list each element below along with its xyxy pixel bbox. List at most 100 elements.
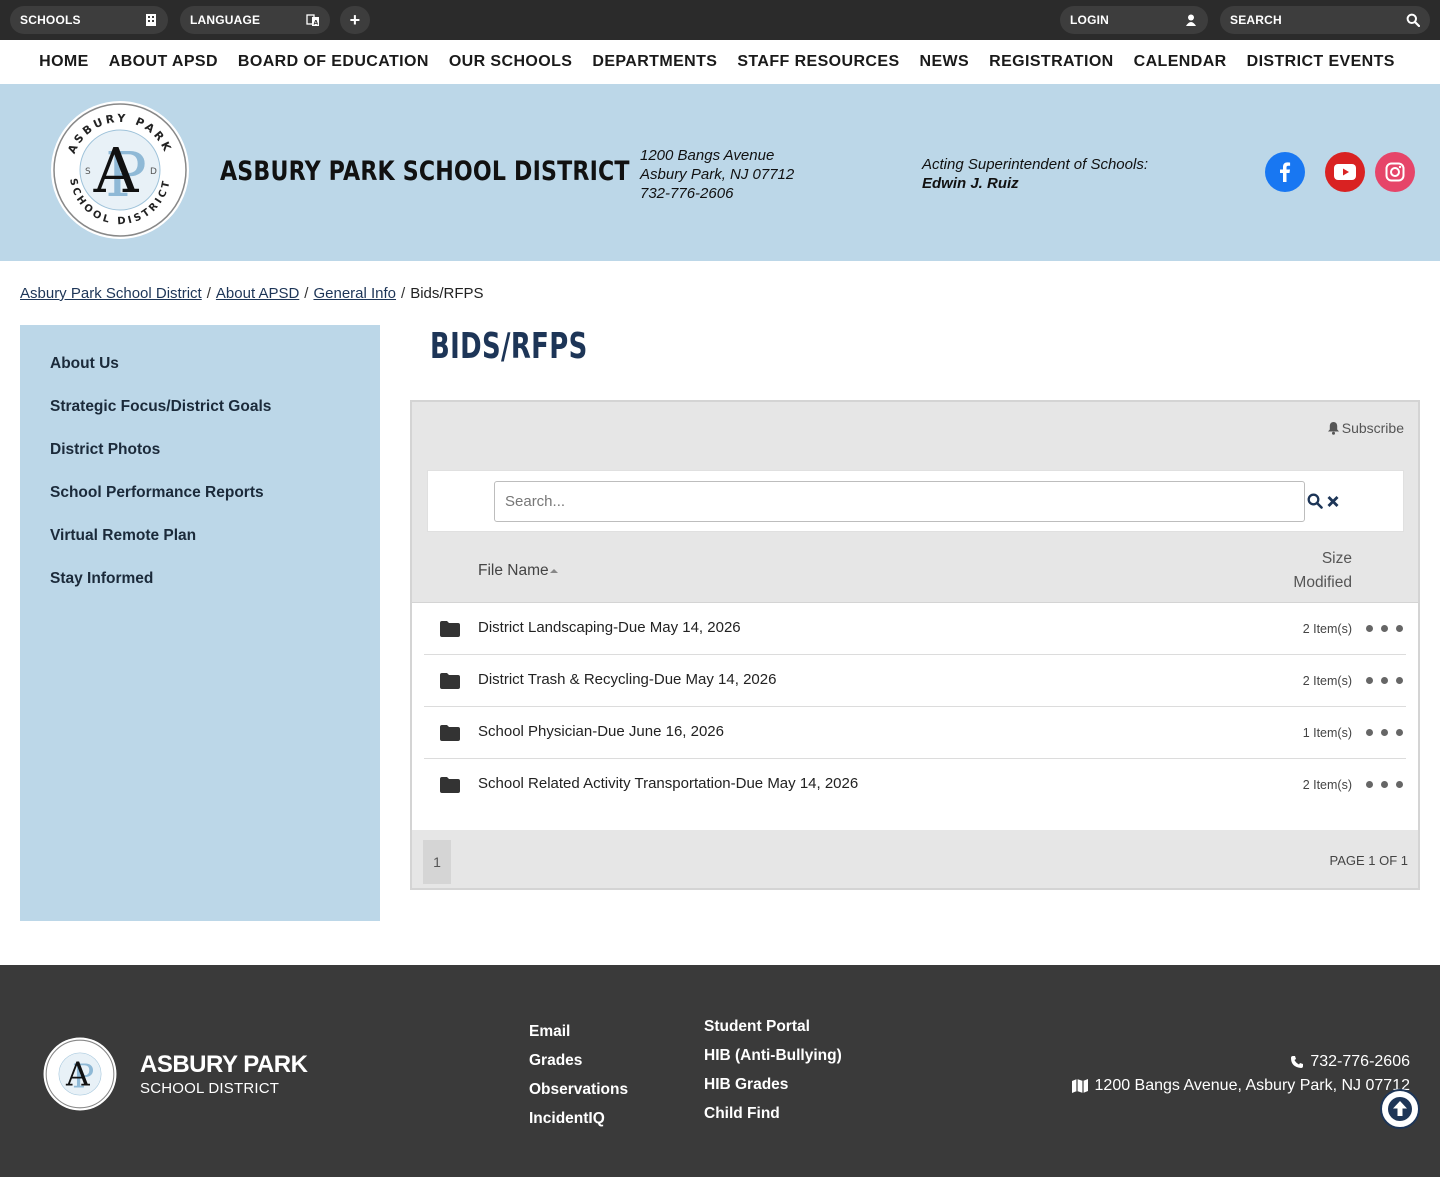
list-item[interactable]: District Trash & Recycling-Due May 14, 2…: [424, 655, 1406, 707]
sort-up-icon: [549, 569, 558, 573]
nav-board-of-education[interactable]: BOARD OF EDUCATION: [238, 53, 429, 71]
district-logo[interactable]: ASBURY PARK SCHOOL DISTRICT P A S D: [50, 100, 190, 240]
sidebar-item-virtual-remote-plan[interactable]: Virtual Remote Plan: [20, 524, 380, 567]
breadcrumb-separator: /: [304, 285, 309, 302]
footer-link-hib-grades[interactable]: HIB Grades: [704, 1074, 842, 1103]
close-icon[interactable]: [1326, 493, 1340, 509]
plus-icon: +: [349, 9, 361, 30]
column-size[interactable]: Size: [1322, 550, 1352, 568]
nav-about-apsd[interactable]: ABOUT APSD: [109, 53, 218, 71]
svg-text:A: A: [93, 134, 140, 207]
address-line-2: Asbury Park, NJ 07712: [640, 166, 795, 183]
footer-address-text: 1200 Bangs Avenue, Asbury Park, NJ 07712: [1094, 1077, 1410, 1094]
folder-icon: [440, 777, 460, 793]
column-file-name[interactable]: File Name: [478, 562, 559, 580]
file-list: District Landscaping-Due May 14, 2026 2 …: [412, 602, 1418, 830]
footer-link-hib[interactable]: HIB (Anti-Bullying): [704, 1045, 842, 1074]
youtube-link[interactable]: [1325, 152, 1365, 192]
list-item[interactable]: School Related Activity Transportation-D…: [424, 759, 1406, 811]
footer-phone[interactable]: 732-776-2606: [1290, 1053, 1410, 1071]
nav-district-events[interactable]: DISTRICT EVENTS: [1247, 53, 1395, 71]
footer-links-col-1: Email Grades Observations IncidentIQ: [529, 1021, 628, 1137]
footer-link-grades[interactable]: Grades: [529, 1050, 628, 1079]
nav-our-schools[interactable]: OUR SCHOOLS: [449, 53, 573, 71]
footer-address[interactable]: 1200 Bangs Avenue, Asbury Park, NJ 07712: [1071, 1077, 1410, 1095]
footer-link-child-find[interactable]: Child Find: [704, 1103, 842, 1132]
arrow-up-icon: [1388, 1097, 1412, 1121]
quick-links-button[interactable]: +: [340, 6, 370, 34]
instagram-link[interactable]: [1375, 152, 1415, 192]
login-button[interactable]: LOGIN: [1060, 6, 1208, 34]
language-label: LANGUAGE: [190, 13, 261, 27]
nav-staff-resources[interactable]: STAFF RESOURCES: [737, 53, 899, 71]
district-address: 1200 Bangs Avenue Asbury Park, NJ 07712 …: [640, 146, 794, 203]
column-file-name-label: File Name: [478, 562, 549, 579]
breadcrumb: Asbury Park School District / About APSD / G…: [20, 285, 484, 302]
nav-departments[interactable]: DEPARTMENTS: [592, 53, 717, 71]
language-dropdown[interactable]: LANGUAGE A: [180, 6, 330, 34]
district-header: ASBURY PARK SCHOOL DISTRICT P A S D ASBU…: [0, 84, 1440, 261]
more-options-icon[interactable]: [1364, 721, 1406, 743]
sidebar-item-strategic-focus[interactable]: Strategic Focus/District Goals: [20, 395, 380, 438]
search-icon[interactable]: [1307, 493, 1323, 509]
map-icon: [1071, 1079, 1088, 1093]
folder-item-count: 2 Item(s): [1302, 778, 1352, 792]
back-to-top-button[interactable]: [1380, 1089, 1420, 1129]
breadcrumb-home[interactable]: Asbury Park School District: [20, 285, 202, 302]
building-icon: [146, 14, 156, 26]
footer-phone-text: 732-776-2606: [1310, 1053, 1410, 1070]
facebook-link[interactable]: [1265, 152, 1305, 192]
footer-link-observations[interactable]: Observations: [529, 1079, 628, 1108]
subscribe-button[interactable]: Subscribe: [1327, 420, 1404, 436]
superintendent-title: Acting Superintendent of Schools:: [922, 156, 1148, 173]
address-line-1: 1200 Bangs Avenue: [640, 147, 775, 164]
sidebar-item-stay-informed[interactable]: Stay Informed: [20, 567, 380, 610]
footer-link-student-portal[interactable]: Student Portal: [704, 1016, 842, 1045]
section-sidebar: About Us Strategic Focus/District Goals …: [20, 325, 380, 921]
folder-icon: [440, 725, 460, 741]
schools-dropdown[interactable]: SCHOOLS: [10, 6, 168, 34]
district-name[interactable]: ASBURY PARK SCHOOL DISTRICT: [220, 156, 630, 187]
nav-calendar[interactable]: CALENDAR: [1134, 53, 1227, 71]
phone-icon: [1291, 1056, 1304, 1068]
search-icon[interactable]: [1406, 13, 1420, 27]
folder-name[interactable]: District Landscaping-Due May 14, 2026: [478, 619, 741, 636]
more-options-icon[interactable]: [1364, 773, 1406, 795]
sidebar-item-school-performance-reports[interactable]: School Performance Reports: [20, 481, 380, 524]
instagram-icon: [1385, 162, 1405, 182]
breadcrumb-general-info[interactable]: General Info: [313, 285, 396, 302]
folder-name[interactable]: District Trash & Recycling-Due May 14, 2…: [478, 671, 776, 688]
footer-link-incidentiq[interactable]: IncidentIQ: [529, 1108, 628, 1137]
page-title: BIDS/RFPS: [430, 326, 588, 367]
sidebar-item-district-photos[interactable]: District Photos: [20, 438, 380, 481]
nav-registration[interactable]: REGISTRATION: [989, 53, 1114, 71]
more-options-icon[interactable]: [1364, 669, 1406, 691]
breadcrumb-about-apsd[interactable]: About APSD: [216, 285, 299, 302]
breadcrumb-separator: /: [206, 285, 211, 302]
user-icon: [1186, 14, 1196, 26]
login-label: LOGIN: [1070, 13, 1109, 27]
list-item[interactable]: District Landscaping-Due May 14, 2026 2 …: [424, 603, 1406, 655]
nav-home[interactable]: HOME: [39, 53, 89, 71]
list-item[interactable]: School Physician-Due June 16, 2026 1 Ite…: [424, 707, 1406, 759]
search-label: SEARCH: [1230, 13, 1282, 27]
breadcrumb-separator: /: [401, 285, 406, 302]
file-search-input[interactable]: [494, 481, 1305, 522]
site-search[interactable]: SEARCH: [1220, 6, 1430, 34]
folder-item-count: 2 Item(s): [1302, 622, 1352, 636]
nav-news[interactable]: NEWS: [920, 53, 970, 71]
page-button[interactable]: 1: [423, 840, 451, 884]
footer-links-col-2: Student Portal HIB (Anti-Bullying) HIB G…: [704, 1016, 842, 1132]
folder-name[interactable]: School Related Activity Transportation-D…: [478, 775, 858, 792]
pagination: 1 PAGE 1 OF 1: [412, 832, 1418, 888]
translate-icon: A: [306, 14, 319, 27]
facebook-icon: [1280, 162, 1291, 182]
sidebar-item-about-us[interactable]: About Us: [20, 352, 380, 395]
footer-link-email[interactable]: Email: [529, 1021, 628, 1050]
folder-item-count: 1 Item(s): [1302, 726, 1352, 740]
column-modified[interactable]: Modified: [1293, 574, 1352, 592]
footer-logo[interactable]: P A: [43, 1037, 117, 1111]
more-options-icon[interactable]: [1364, 617, 1406, 639]
folder-name[interactable]: School Physician-Due June 16, 2026: [478, 723, 724, 740]
bell-icon: [1327, 422, 1339, 435]
